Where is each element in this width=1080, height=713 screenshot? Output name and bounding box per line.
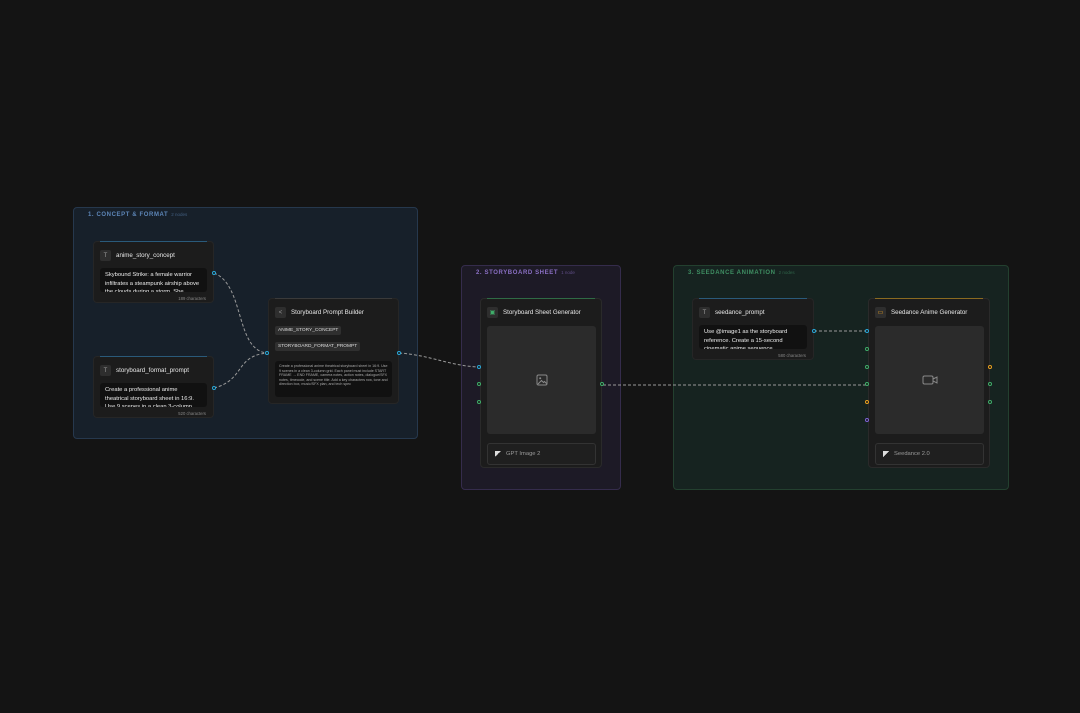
output-port[interactable]	[212, 386, 216, 390]
input-port[interactable]	[865, 418, 869, 422]
prompt-preview[interactable]: Create a professional anime theatrical s…	[275, 361, 392, 397]
group-label: 3. SEEDANCE ANIMATION 2 nodes	[688, 270, 795, 276]
model-select[interactable]: GPT Image 2	[487, 443, 596, 465]
char-count: 520 characters	[178, 411, 206, 416]
output-port[interactable]	[212, 271, 216, 275]
text-type-icon: T	[100, 250, 111, 261]
model-label: GPT Image 2	[506, 451, 541, 457]
output-port[interactable]	[397, 351, 401, 355]
input-port[interactable]	[477, 382, 481, 386]
node-title: seedance_prompt	[715, 309, 765, 316]
image-preview[interactable]	[487, 326, 596, 434]
output-port[interactable]	[600, 382, 604, 386]
text-input[interactable]: Create a professional anime theatrical s…	[100, 383, 207, 407]
model-logo-icon	[883, 451, 889, 457]
text-type-icon: T	[699, 307, 710, 318]
image-icon: ▣	[487, 307, 498, 318]
model-logo-icon	[495, 451, 501, 457]
model-label: Seedance 2.0	[894, 451, 930, 457]
text-node-storyboard-format-prompt[interactable]: T storyboard_format_prompt Create a prof…	[93, 356, 214, 418]
variable-tag[interactable]: STORYBOARD_FORMAT_PROMPT	[275, 342, 361, 351]
input-port[interactable]	[477, 365, 481, 369]
variable-tag[interactable]: ANIME_STORY_CONCEPT	[275, 326, 342, 335]
video-icon: ▭	[875, 307, 886, 318]
node-title: anime_story_concept	[116, 252, 175, 259]
image-generator-node[interactable]: ▣ Storyboard Sheet Generator GPT Image 2	[480, 298, 602, 468]
prompt-builder-node[interactable]: < Storyboard Prompt Builder ANIME_STORY_…	[268, 298, 399, 404]
text-input[interactable]: Skybound Strike: a female warrior infilt…	[100, 268, 207, 292]
output-port[interactable]	[988, 365, 992, 369]
image-placeholder-icon	[536, 374, 547, 386]
output-port[interactable]	[988, 382, 992, 386]
input-port[interactable]	[477, 400, 481, 404]
input-port[interactable]	[865, 382, 869, 386]
template-icon: <	[275, 307, 286, 318]
output-port[interactable]	[988, 400, 992, 404]
node-title: storyboard_format_prompt	[116, 367, 189, 374]
text-node-seedance-prompt[interactable]: T seedance_prompt Use @image1 as the sto…	[692, 298, 814, 360]
model-select[interactable]: Seedance 2.0	[875, 443, 984, 465]
text-type-icon: T	[100, 365, 111, 376]
input-port[interactable]	[865, 329, 869, 333]
group-label: 2. STORYBOARD SHEET 1 node	[476, 270, 575, 276]
output-port[interactable]	[812, 329, 816, 333]
char-count: 580 characters	[778, 353, 806, 358]
group-label: 1. CONCEPT & FORMAT 2 nodes	[88, 212, 188, 218]
video-placeholder-icon	[922, 375, 937, 385]
node-title: Storyboard Prompt Builder	[291, 309, 364, 316]
node-title: Seedance Anime Generator	[891, 309, 968, 316]
text-input[interactable]: Use @image1 as the storyboard reference.…	[699, 325, 807, 349]
input-port[interactable]	[265, 351, 269, 355]
input-port[interactable]	[865, 347, 869, 351]
video-preview[interactable]	[875, 326, 984, 434]
video-generator-node[interactable]: ▭ Seedance Anime Generator Seedance 2.0	[868, 298, 990, 468]
node-title: Storyboard Sheet Generator	[503, 309, 581, 316]
input-port[interactable]	[865, 365, 869, 369]
char-count: 189 characters	[178, 296, 206, 301]
text-node-anime-story-concept[interactable]: T anime_story_concept Skybound Strike: a…	[93, 241, 214, 303]
input-port[interactable]	[865, 400, 869, 404]
